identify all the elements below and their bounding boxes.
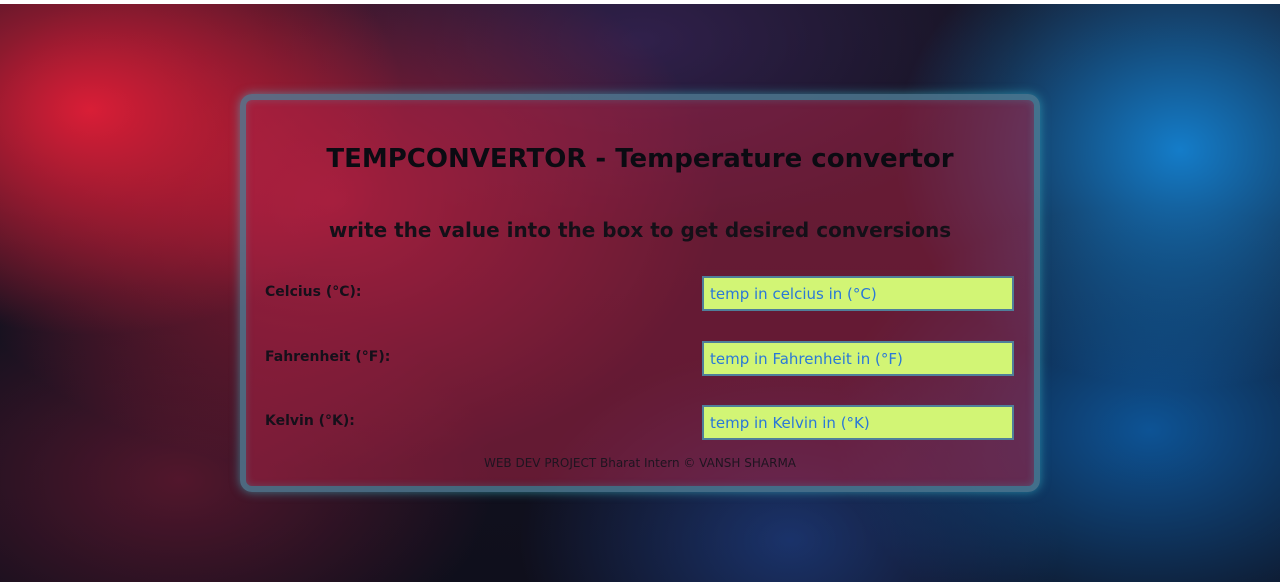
top-edge-bar [0,0,1280,4]
kelvin-label: Kelvin (°K): [265,413,355,429]
kelvin-input[interactable] [702,405,1014,440]
fahrenheit-label: Fahrenheit (°F): [265,349,391,365]
converter-card: TEMPCONVERTOR - Temperature convertor wr… [240,94,1040,492]
fahrenheit-input[interactable] [702,341,1014,376]
celsius-input[interactable] [702,276,1014,311]
celsius-label: Celcius (°C): [265,284,362,300]
page-title: TEMPCONVERTOR - Temperature convertor [326,144,954,174]
page-subtitle: write the value into the box to get desi… [328,218,952,242]
footer-credit: WEB DEV PROJECT Bharat Intern © VANSH SH… [483,456,797,470]
